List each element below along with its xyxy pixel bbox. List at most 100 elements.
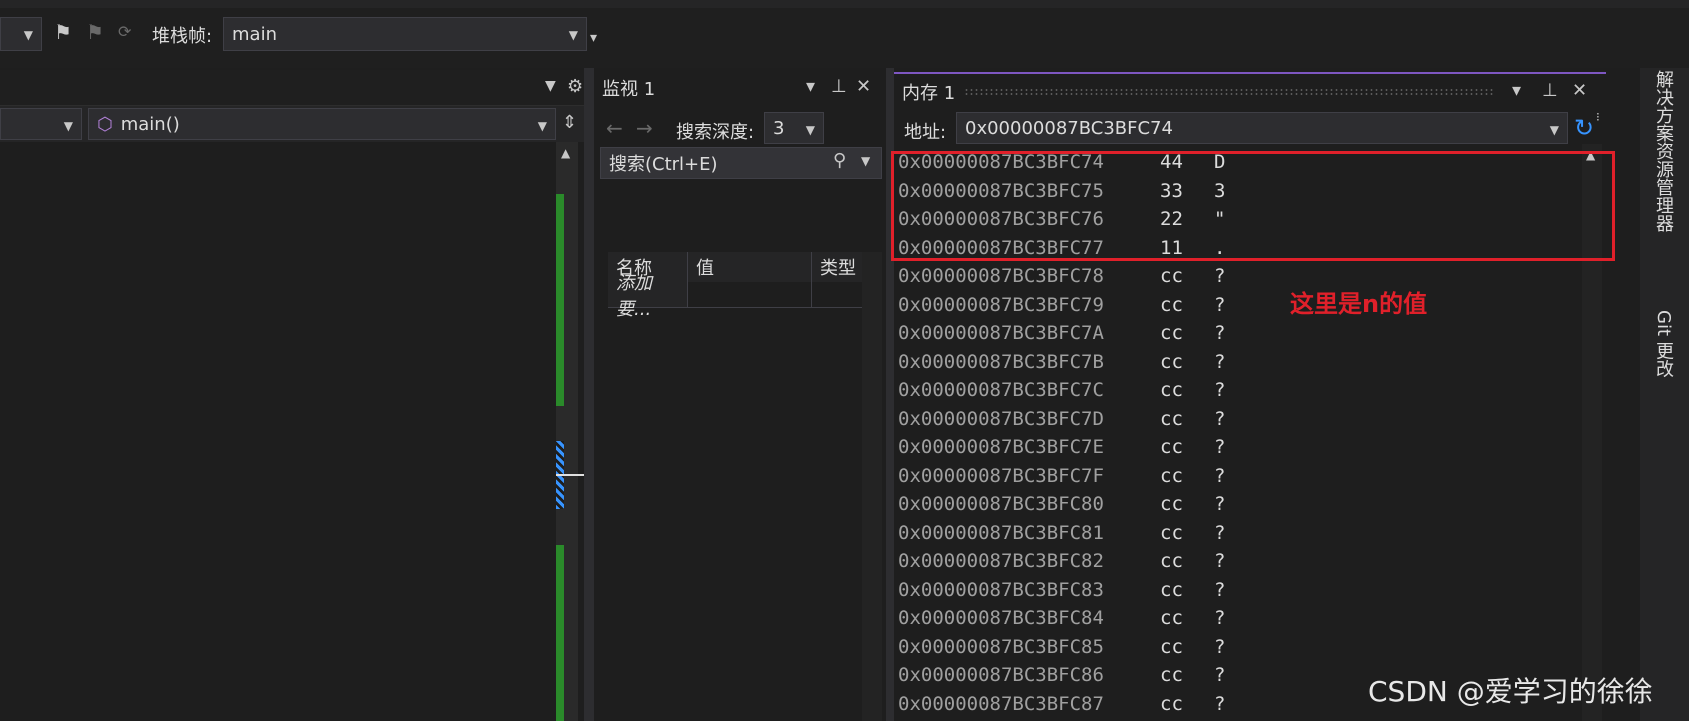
memory-row[interactable]: 0x00000087BC3BFC87 cc? bbox=[898, 690, 1254, 719]
memory-row[interactable]: 0x00000087BC3BFC84 cc? bbox=[898, 604, 1254, 633]
memory-row[interactable]: 0x00000087BC3BFC7F cc? bbox=[898, 462, 1254, 491]
panel-splitter[interactable] bbox=[584, 68, 594, 721]
chevron-down-icon: ▼ bbox=[805, 123, 815, 137]
memory-byte-value-cell: cc bbox=[1160, 493, 1183, 516]
search-icon[interactable]: ⚲ bbox=[833, 150, 846, 171]
overflow-icon[interactable]: ▾ bbox=[590, 30, 597, 46]
add-watch-item[interactable]: 添加要... bbox=[608, 273, 688, 320]
annotation-text: 这里是n的值 bbox=[1290, 290, 1428, 318]
change-marker bbox=[556, 545, 564, 721]
refresh-icon[interactable]: ↻ bbox=[1574, 114, 1594, 142]
stack-icon[interactable]: ⟳ bbox=[118, 22, 131, 41]
memory-row[interactable]: 0x00000087BC3BFC86 cc? bbox=[898, 661, 1254, 690]
gear-icon[interactable]: ⚙ bbox=[567, 76, 583, 97]
address-value: 0x00000087BC3BFC74 bbox=[965, 117, 1173, 139]
chevron-down-icon: ▼ bbox=[537, 119, 547, 133]
memory-row[interactable]: 0x00000087BC3BFC7C cc? bbox=[898, 376, 1254, 405]
memory-byte-value-cell: cc bbox=[1160, 578, 1183, 601]
more-options-icon[interactable]: ⁝ bbox=[1596, 110, 1600, 124]
search-depth-dropdown[interactable]: 3 ▼ bbox=[764, 112, 824, 144]
scroll-up-icon[interactable]: ▲ bbox=[561, 146, 570, 160]
flags-icon[interactable]: ⚑ bbox=[86, 20, 104, 44]
search-placeholder: 搜索(Ctrl+E) bbox=[609, 154, 718, 175]
watch-title-bar: 监视 1 ▾ ⊥ ✕ bbox=[596, 70, 886, 106]
watch-scrollbar[interactable] bbox=[862, 252, 882, 721]
memory-byte-value-cell: cc bbox=[1160, 550, 1183, 573]
address-input[interactable]: 0x00000087BC3BFC74 ▼ bbox=[956, 112, 1568, 144]
search-depth-value: 3 bbox=[773, 117, 785, 139]
memory-char-cell: ? bbox=[1214, 521, 1226, 544]
memory-char-cell: ? bbox=[1214, 493, 1226, 516]
chevron-down-icon: ▼ bbox=[568, 28, 578, 42]
memory-byte-value-cell: cc bbox=[1160, 293, 1183, 316]
memory-row[interactable]: 0x00000087BC3BFC85 cc? bbox=[898, 633, 1254, 662]
memory-row[interactable]: 0x00000087BC3BFC79 cc? bbox=[898, 291, 1254, 320]
memory-address-cell: 0x00000087BC3BFC87 bbox=[898, 692, 1104, 715]
memory-char-cell: ? bbox=[1214, 578, 1226, 601]
memory-char-cell: ? bbox=[1214, 350, 1226, 373]
drag-grip[interactable] bbox=[964, 88, 1494, 96]
add-watch-value-cell bbox=[688, 282, 812, 308]
memory-char-cell: ? bbox=[1214, 436, 1226, 459]
tab-solution-explorer[interactable]: 解决方案资源管理器 bbox=[1650, 70, 1676, 232]
close-icon[interactable]: ✕ bbox=[856, 76, 871, 97]
close-icon[interactable]: ✕ bbox=[1572, 80, 1587, 101]
function-dropdown[interactable]: ⬡ main() ▼ bbox=[88, 108, 556, 140]
memory-title-bar: 内存 1 ▾ ⊥ ✕ bbox=[894, 74, 1606, 110]
column-header-value[interactable]: 值 bbox=[688, 252, 812, 282]
memory-byte-value-cell: cc bbox=[1160, 692, 1183, 715]
memory-row[interactable]: 0x00000087BC3BFC7B cc? bbox=[898, 348, 1254, 377]
memory-char-cell: ? bbox=[1214, 265, 1226, 288]
memory-row[interactable]: 0x00000087BC3BFC7A cc? bbox=[898, 319, 1254, 348]
memory-byte-value-cell: cc bbox=[1160, 436, 1183, 459]
scope-dropdown[interactable]: ▼ bbox=[0, 108, 82, 140]
stack-frame-label: 堆栈帧: bbox=[152, 26, 213, 47]
stack-frame-dropdown[interactable]: main ▼ bbox=[223, 17, 587, 51]
chevron-down-icon[interactable]: ▼ bbox=[861, 154, 870, 168]
memory-char-cell: ? bbox=[1214, 407, 1226, 430]
memory-address-cell: 0x00000087BC3BFC81 bbox=[898, 521, 1104, 544]
memory-row[interactable]: 0x00000087BC3BFC7D cc? bbox=[898, 405, 1254, 434]
watch-title: 监视 1 bbox=[602, 79, 656, 100]
memory-address-cell: 0x00000087BC3BFC82 bbox=[898, 550, 1104, 573]
split-icon[interactable]: ⇕ bbox=[562, 112, 577, 133]
code-editor[interactable] bbox=[0, 142, 556, 721]
pin-icon[interactable]: ⊥ bbox=[831, 76, 847, 97]
memory-char-cell: ? bbox=[1214, 464, 1226, 487]
memory-address-cell: 0x00000087BC3BFC83 bbox=[898, 578, 1104, 601]
memory-row[interactable]: 0x00000087BC3BFC83 cc? bbox=[898, 576, 1254, 605]
memory-byte-value-cell: cc bbox=[1160, 265, 1183, 288]
chevron-down-icon[interactable]: ▼ bbox=[545, 78, 556, 94]
back-icon[interactable]: ← bbox=[606, 116, 623, 140]
flag-icon[interactable]: ⚑ bbox=[54, 20, 72, 44]
memory-byte-value-cell: cc bbox=[1160, 464, 1183, 487]
memory-address-cell: 0x00000087BC3BFC7F bbox=[898, 464, 1104, 487]
scroll-thumb[interactable] bbox=[556, 474, 584, 476]
memory-byte-value-cell: cc bbox=[1160, 521, 1183, 544]
memory-row[interactable]: 0x00000087BC3BFC78 cc? bbox=[898, 262, 1254, 291]
pin-icon[interactable]: ⊥ bbox=[1542, 80, 1558, 101]
memory-address-cell: 0x00000087BC3BFC78 bbox=[898, 265, 1104, 288]
watch-search-input[interactable]: 搜索(Ctrl+E) ⚲ ▼ bbox=[600, 147, 882, 179]
chevron-down-icon[interactable]: ▾ bbox=[806, 76, 815, 97]
memory-row[interactable]: 0x00000087BC3BFC81 cc? bbox=[898, 519, 1254, 548]
chevron-down-icon[interactable]: ▾ bbox=[1512, 80, 1521, 101]
watermark: CSDN @爱学习的徐徐 bbox=[1368, 675, 1653, 708]
memory-row[interactable]: 0x00000087BC3BFC82 cc? bbox=[898, 547, 1254, 576]
memory-row[interactable]: 0x00000087BC3BFC80 cc? bbox=[898, 490, 1254, 519]
tab-git-changes[interactable]: Git 更改 bbox=[1650, 310, 1676, 378]
memory-char-cell: ? bbox=[1214, 293, 1226, 316]
chevron-down-icon: ▼ bbox=[1549, 123, 1559, 137]
memory-address-cell: 0x00000087BC3BFC84 bbox=[898, 607, 1104, 630]
forward-icon[interactable]: → bbox=[636, 116, 653, 140]
memory-char-cell: ? bbox=[1214, 379, 1226, 402]
toolbar-top-strip bbox=[0, 0, 1689, 8]
thread-dropdown[interactable]: ▼ bbox=[0, 17, 42, 51]
memory-title: 内存 1 bbox=[902, 83, 956, 104]
memory-address-cell: 0x00000087BC3BFC7A bbox=[898, 322, 1104, 345]
memory-char-cell: ? bbox=[1214, 550, 1226, 573]
memory-row[interactable]: 0x00000087BC3BFC7E cc? bbox=[898, 433, 1254, 462]
memory-byte-value-cell: cc bbox=[1160, 664, 1183, 687]
change-marker bbox=[556, 194, 564, 406]
memory-char-cell: ? bbox=[1214, 664, 1226, 687]
